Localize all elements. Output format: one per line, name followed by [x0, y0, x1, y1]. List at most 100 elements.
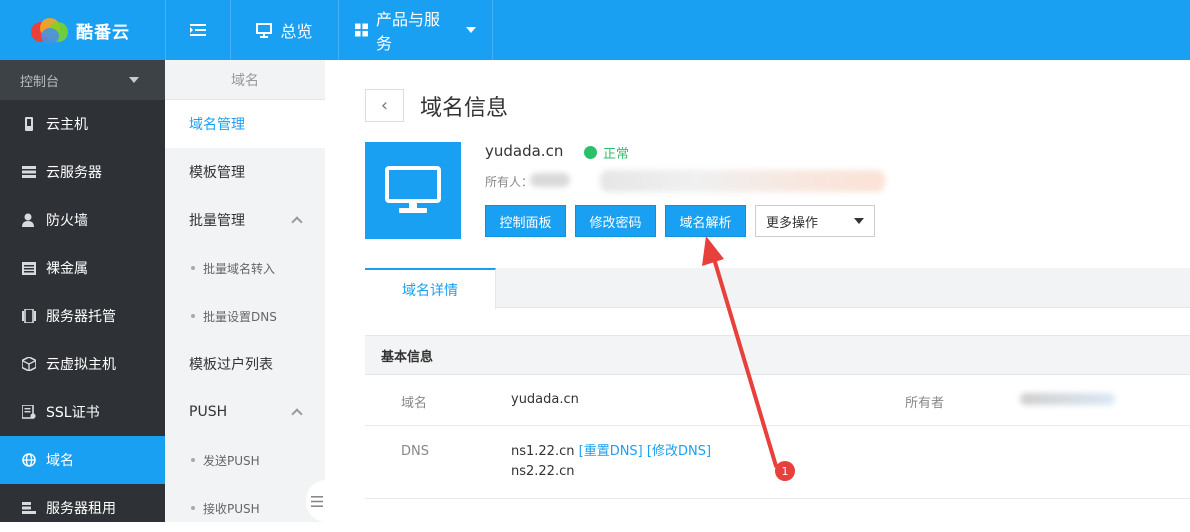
server-icon: [22, 165, 36, 179]
sidebar: 控制台 云主机 云服务器 防火墙 裸金属 服务器托管 云虚拟主机 SSL证书 域…: [0, 60, 165, 522]
console-label: 控制台: [20, 74, 60, 90]
annotation-badge: 1: [775, 461, 795, 481]
nav-products-label: 产品与服务: [375, 10, 440, 53]
page-title: 域名信息: [420, 96, 509, 121]
sidebar-item-virtual-host[interactable]: 云虚拟主机: [0, 340, 165, 388]
tab-label: 域名详情: [402, 282, 458, 299]
sub-sidebar-title: 域名: [165, 60, 325, 100]
phone-icon: [22, 117, 36, 131]
logo[interactable]: 酷番云: [0, 0, 165, 60]
sidebar-item-label: 防火墙: [46, 213, 88, 229]
nav-products[interactable]: 产品与服务: [338, 0, 493, 60]
reset-dns-link[interactable]: [重置DNS]: [579, 444, 643, 459]
domain-monitor-icon: [365, 142, 461, 239]
sidebar-item-firewall[interactable]: 防火墙: [0, 196, 165, 244]
top-nav: 总览 产品与服务: [165, 0, 493, 60]
dns-resolve-label: 域名解析: [679, 215, 732, 231]
subnav-batch-transfer[interactable]: 批量域名转入: [165, 244, 325, 292]
server-rent-icon: [22, 501, 36, 515]
sidebar-item-server-rental[interactable]: 服务器租用: [0, 484, 165, 532]
status-text: 正常: [603, 147, 630, 162]
sidebar-item-ssl[interactable]: SSL证书: [0, 388, 165, 436]
row-key: 域名: [401, 396, 428, 411]
subnav-receive-push[interactable]: 接收PUSH: [165, 484, 325, 532]
chevron-up-icon: [291, 216, 303, 228]
menu-toggle-button[interactable]: [165, 0, 230, 60]
change-password-label: 修改密码: [589, 215, 642, 231]
subnav-label: PUSH: [189, 404, 228, 420]
dns-1: ns1.22.cn: [511, 444, 575, 459]
user-shield-icon: [22, 213, 36, 227]
bullet-icon: [191, 506, 195, 510]
logo-text: 酷番云: [76, 22, 130, 43]
status-dot-icon: [584, 146, 597, 159]
nav-overview[interactable]: 总览: [230, 0, 338, 60]
sidebar-item-colocation[interactable]: 服务器托管: [0, 292, 165, 340]
sidebar-item-label: 裸金属: [46, 261, 88, 277]
row-key: DNS: [401, 444, 429, 459]
subnav-template-manage[interactable]: 模板管理: [165, 148, 325, 196]
sidebar-item-label: 服务器租用: [46, 501, 116, 517]
row-key-owner: 所有者: [905, 396, 945, 411]
change-password-button[interactable]: 修改密码: [575, 205, 656, 237]
grid-icon: [22, 261, 36, 275]
apps-grid-icon: [355, 23, 368, 37]
sidebar-item-label: 域名: [46, 453, 74, 469]
status-badge: 正常: [584, 143, 629, 162]
sidebar-item-label: SSL证书: [46, 405, 100, 421]
domain-name: yudada.cn: [485, 142, 564, 160]
subnav-domain-manage[interactable]: 域名管理: [165, 100, 325, 148]
chevron-left-icon: ‹: [380, 95, 389, 116]
sub-sidebar: 域名 域名管理 模板管理 批量管理 批量域名转入 批量设置DNS 模板过户列表 …: [165, 60, 325, 522]
subnav-send-push[interactable]: 发送PUSH: [165, 436, 325, 484]
subnav-label: 批量管理: [189, 213, 245, 229]
dns-2: ns2.22.cn: [511, 464, 575, 479]
redacted-owner-extra: [600, 170, 885, 192]
main-content: ‹ 域名信息 yudada.cn 正常 所有人： 控制面板 修改密码 域名解析 …: [325, 60, 1190, 522]
dns-resolve-button[interactable]: 域名解析: [665, 205, 746, 237]
basic-info-header: 基本信息: [365, 335, 1190, 375]
top-bar: 酷番云 总览 产品与服务: [0, 0, 1190, 60]
sidebar-item-cloud-host[interactable]: 云主机: [0, 100, 165, 148]
row-value: yudada.cn: [511, 392, 579, 407]
modify-dns-link[interactable]: [修改DNS]: [647, 444, 711, 459]
back-button[interactable]: ‹: [365, 89, 404, 122]
console-selector[interactable]: 控制台: [0, 60, 165, 100]
bullet-icon: [191, 266, 195, 270]
subnav-batch-manage[interactable]: 批量管理: [165, 196, 325, 244]
certificate-icon: [22, 405, 36, 419]
tab-bar: 域名详情: [365, 268, 1190, 309]
subnav-push[interactable]: PUSH: [165, 388, 325, 436]
table-row: 域名 yudada.cn 所有者: [365, 375, 1190, 426]
tab-domain-detail[interactable]: 域名详情: [365, 268, 496, 309]
owner-label: 所有人：: [485, 175, 534, 189]
sidebar-item-label: 云服务器: [46, 165, 102, 181]
sidebar-item-domain[interactable]: 域名: [0, 436, 165, 484]
cube-icon: [22, 357, 36, 371]
sidebar-item-bare-metal[interactable]: 裸金属: [0, 244, 165, 292]
dns-line-1: ns1.22.cn [重置DNS] [修改DNS]: [511, 442, 711, 462]
redacted-owner: [530, 173, 570, 187]
globe-icon: [22, 453, 36, 467]
subnav-batch-dns[interactable]: 批量设置DNS: [165, 292, 325, 340]
subnav-label: 域名管理: [189, 117, 245, 133]
bullet-icon: [191, 314, 195, 318]
sidebar-item-cloud-server[interactable]: 云服务器: [0, 148, 165, 196]
subnav-label: 批量域名转入: [203, 261, 276, 276]
caret-down-icon: [854, 218, 864, 224]
sidebar-item-label: 云虚拟主机: [46, 357, 116, 373]
bullet-icon: [191, 458, 195, 462]
control-panel-button[interactable]: 控制面板: [485, 205, 566, 237]
redacted-owner-value: [1020, 393, 1115, 405]
sidebar-item-label: 云主机: [46, 117, 88, 133]
more-actions-select[interactable]: 更多操作: [755, 205, 875, 237]
sidebar-item-label: 服务器托管: [46, 309, 116, 325]
more-actions-label: 更多操作: [766, 215, 819, 231]
caret-down-icon: [129, 77, 139, 83]
subnav-label: 发送PUSH: [203, 453, 260, 468]
subnav-template-transfer[interactable]: 模板过户列表: [165, 340, 325, 388]
chevron-up-icon: [291, 408, 303, 420]
nav-overview-label: 总览: [280, 22, 313, 41]
subnav-label: 批量设置DNS: [203, 309, 277, 324]
control-panel-label: 控制面板: [499, 215, 552, 231]
